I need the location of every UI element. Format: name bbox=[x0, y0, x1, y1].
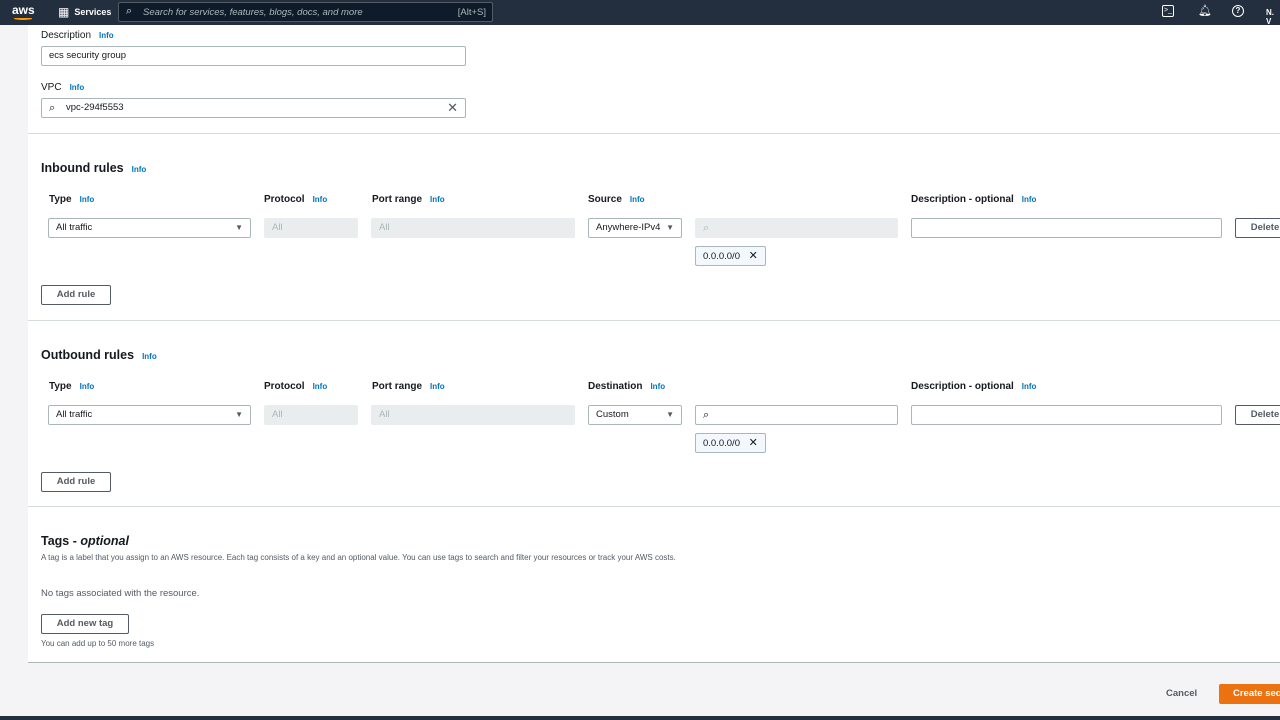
search-icon: ⌕ bbox=[703, 409, 710, 421]
help-icon[interactable]: ? bbox=[1232, 5, 1244, 17]
search-icon: ⌕ bbox=[126, 5, 133, 17]
grid-icon: ▦ bbox=[58, 5, 70, 19]
top-navigation-bar: aws ▦ Services ⌕ Search for services, fe… bbox=[0, 0, 1280, 26]
vpc-info-link[interactable]: Info bbox=[70, 83, 85, 92]
type-value: All traffic bbox=[56, 409, 93, 420]
vpc-value: vpc-294f5553 bbox=[66, 102, 124, 113]
cloudshell-icon[interactable]: >_ bbox=[1162, 5, 1174, 17]
tags-limit-text: You can add up to 50 more tags bbox=[41, 639, 155, 648]
cancel-button[interactable]: Cancel bbox=[1166, 688, 1197, 699]
notifications-bell-icon[interactable]: 🔔︎ bbox=[1198, 4, 1212, 17]
port-range-field: All bbox=[371, 218, 575, 238]
type-label: Type bbox=[49, 381, 72, 392]
cidr-token: 0.0.0.0/0 ✕ bbox=[695, 246, 766, 266]
delete-rule-button[interactable]: Delete bbox=[1235, 218, 1280, 238]
services-label: Services bbox=[74, 7, 112, 17]
port-info-link[interactable]: Info bbox=[430, 195, 445, 204]
type-info-link[interactable]: Info bbox=[80, 382, 95, 391]
search-input[interactable]: ⌕ Search for services, features, blogs, … bbox=[118, 2, 493, 22]
port-range-label: Port range bbox=[372, 381, 423, 392]
tags-title: Tags - bbox=[41, 534, 81, 548]
outbound-info-link[interactable]: Info bbox=[142, 352, 157, 361]
caret-down-icon: ▼ bbox=[666, 410, 674, 419]
protocol-info-link[interactable]: Info bbox=[313, 382, 328, 391]
protocol-field: All bbox=[264, 218, 358, 238]
cidr-search-input[interactable]: ⌕ bbox=[695, 218, 898, 238]
port-info-link[interactable]: Info bbox=[430, 382, 445, 391]
type-value: All traffic bbox=[56, 222, 93, 233]
destination-select[interactable]: Custom ▼ bbox=[588, 405, 682, 425]
description-label: Description bbox=[41, 30, 92, 41]
region-selector[interactable]: N. V bbox=[1266, 8, 1280, 26]
clear-icon[interactable]: ✕ bbox=[447, 99, 458, 117]
type-label: Type bbox=[49, 194, 72, 205]
rule-description-input[interactable] bbox=[911, 405, 1222, 425]
source-select[interactable]: Anywhere-IPv4 ▼ bbox=[588, 218, 682, 238]
delete-rule-button[interactable]: Delete bbox=[1235, 405, 1280, 425]
source-label: Source bbox=[588, 194, 622, 205]
cidr-search-input[interactable]: ⌕ bbox=[695, 405, 898, 425]
caret-down-icon: ▼ bbox=[666, 223, 674, 232]
protocol-field: All bbox=[264, 405, 358, 425]
cidr-token: 0.0.0.0/0 ✕ bbox=[695, 433, 766, 453]
search-icon: ⌕ bbox=[49, 102, 56, 114]
aws-logo[interactable]: aws bbox=[12, 3, 35, 17]
remove-icon[interactable]: ✕ bbox=[749, 250, 758, 262]
add-outbound-rule-button[interactable]: Add rule bbox=[41, 472, 111, 492]
search-placeholder: Search for services, features, blogs, do… bbox=[143, 7, 363, 18]
no-tags-text: No tags associated with the resource. bbox=[41, 588, 200, 599]
services-menu-button[interactable]: ▦ Services bbox=[58, 6, 111, 18]
description-input[interactable]: ecs security group bbox=[41, 46, 466, 66]
search-shortcut: [Alt+S] bbox=[457, 7, 486, 18]
port-range-field: All bbox=[371, 405, 575, 425]
tags-panel: Tags - optional A tag is a label that yo… bbox=[28, 506, 1280, 663]
destination-info-link[interactable]: Info bbox=[650, 382, 665, 391]
vpc-input[interactable]: ⌕ vpc-294f5553 ✕ bbox=[41, 98, 466, 118]
desc-info-link[interactable]: Info bbox=[1022, 195, 1037, 204]
inbound-info-link[interactable]: Info bbox=[132, 165, 147, 174]
outbound-rules-title: Outbound rules bbox=[41, 348, 135, 362]
inbound-rules-title: Inbound rules bbox=[41, 161, 124, 175]
add-inbound-rule-button[interactable]: Add rule bbox=[41, 285, 111, 305]
protocol-info-link[interactable]: Info bbox=[313, 195, 328, 204]
tags-description: A tag is a label that you assign to an A… bbox=[41, 553, 676, 562]
destination-label: Destination bbox=[588, 381, 643, 392]
destination-value: Custom bbox=[596, 409, 629, 420]
type-select[interactable]: All traffic ▼ bbox=[48, 218, 251, 238]
caret-down-icon: ▼ bbox=[235, 223, 243, 232]
rule-description-input[interactable] bbox=[911, 218, 1222, 238]
port-range-label: Port range bbox=[372, 194, 423, 205]
caret-down-icon: ▼ bbox=[235, 410, 243, 419]
protocol-label: Protocol bbox=[264, 381, 305, 392]
cidr-value: 0.0.0.0/0 bbox=[703, 438, 740, 449]
basic-details-panel: Description Info ecs security group VPC In… bbox=[28, 25, 1280, 134]
add-new-tag-button[interactable]: Add new tag bbox=[41, 614, 129, 634]
search-icon: ⌕ bbox=[703, 222, 710, 234]
protocol-label: Protocol bbox=[264, 194, 305, 205]
description-optional-label: Description - optional bbox=[911, 381, 1014, 392]
cidr-value: 0.0.0.0/0 bbox=[703, 251, 740, 262]
vpc-label: VPC bbox=[41, 82, 62, 93]
description-info-link[interactable]: Info bbox=[99, 31, 114, 40]
tags-optional-label: optional bbox=[80, 534, 129, 548]
source-value: Anywhere-IPv4 bbox=[596, 222, 661, 233]
outbound-rules-panel: Outbound rules Info Type Info Protocol Info… bbox=[28, 320, 1280, 507]
desc-info-link[interactable]: Info bbox=[1022, 382, 1037, 391]
type-info-link[interactable]: Info bbox=[80, 195, 95, 204]
bottom-bar bbox=[0, 716, 1280, 720]
source-info-link[interactable]: Info bbox=[630, 195, 645, 204]
description-optional-label: Description - optional bbox=[911, 194, 1014, 205]
inbound-rules-panel: Inbound rules Info Type Info Protocol Info … bbox=[28, 133, 1280, 321]
aws-logo-smile-icon bbox=[14, 17, 32, 20]
type-select[interactable]: All traffic ▼ bbox=[48, 405, 251, 425]
remove-icon[interactable]: ✕ bbox=[749, 437, 758, 449]
create-security-group-button[interactable]: Create security group bbox=[1219, 684, 1280, 704]
